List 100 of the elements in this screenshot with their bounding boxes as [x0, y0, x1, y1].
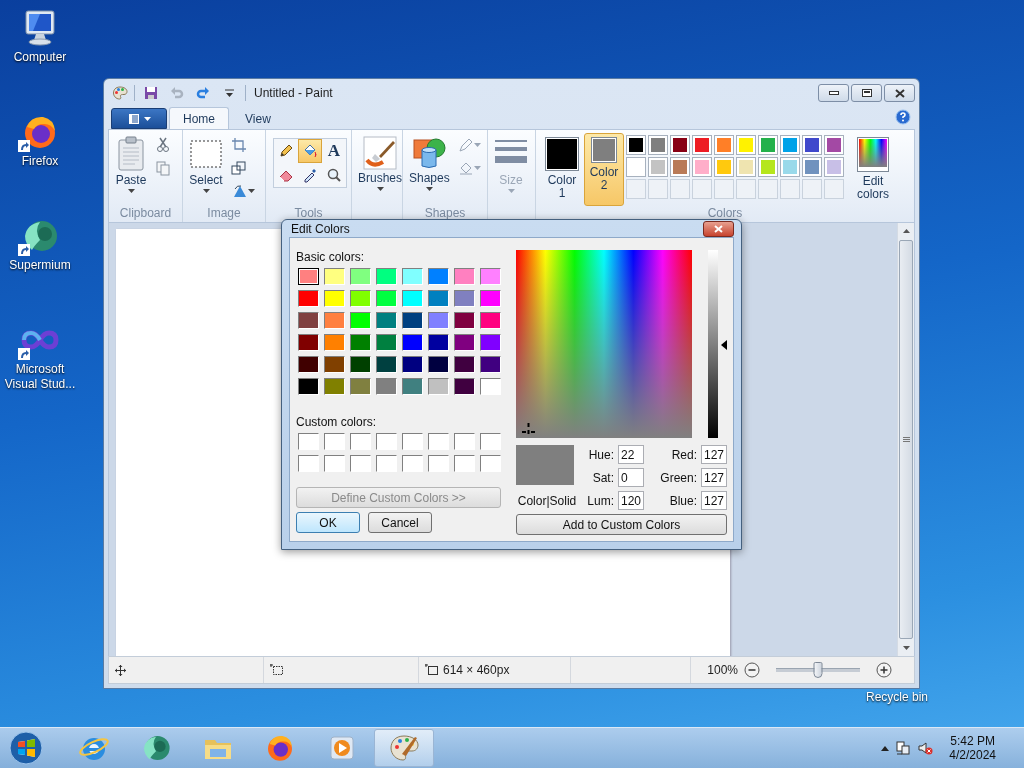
- empty-custom-color-slot[interactable]: [402, 455, 423, 472]
- palette-swatch[interactable]: [626, 157, 646, 177]
- empty-custom-color-slot[interactable]: [454, 455, 475, 472]
- palette-swatch[interactable]: [692, 157, 712, 177]
- color-swatch[interactable]: [428, 334, 449, 351]
- empty-custom-color-slot[interactable]: [298, 455, 319, 472]
- color-swatch[interactable]: [402, 290, 423, 307]
- network-button[interactable]: [895, 740, 912, 756]
- number-input[interactable]: 127: [701, 468, 727, 487]
- palette-swatch[interactable]: [648, 157, 668, 177]
- palette-swatch[interactable]: [802, 157, 822, 177]
- number-input[interactable]: 22: [618, 445, 644, 464]
- color-swatch[interactable]: [428, 312, 449, 329]
- copy-button[interactable]: [153, 158, 173, 178]
- color-swatch[interactable]: [402, 268, 423, 285]
- color-swatch[interactable]: [324, 268, 345, 285]
- color-swatch[interactable]: [480, 290, 501, 307]
- palette-swatch[interactable]: [626, 135, 646, 155]
- palette-swatch[interactable]: [714, 157, 734, 177]
- color-swatch[interactable]: [402, 334, 423, 351]
- zoom-slider-thumb[interactable]: [813, 662, 823, 678]
- number-input[interactable]: 0: [618, 468, 644, 487]
- desktop-icon-label[interactable]: Firefox: [21, 154, 59, 169]
- color-swatch[interactable]: [402, 356, 423, 373]
- color-swatch[interactable]: [376, 290, 397, 307]
- text-tool-button[interactable]: A: [322, 139, 346, 163]
- palette-swatch[interactable]: [714, 135, 734, 155]
- select-button[interactable]: Select: [186, 133, 226, 206]
- empty-custom-color-slot[interactable]: [350, 433, 371, 450]
- fill-tool-button[interactable]: [298, 139, 322, 163]
- color-swatch[interactable]: [350, 356, 371, 373]
- color-swatch[interactable]: [454, 356, 475, 373]
- color-swatch[interactable]: [454, 334, 475, 351]
- color-swatch[interactable]: [324, 312, 345, 329]
- empty-custom-color-slot[interactable]: [454, 433, 475, 450]
- color-swatch[interactable]: [454, 290, 475, 307]
- palette-swatch[interactable]: [780, 157, 800, 177]
- number-input[interactable]: 120: [618, 491, 644, 510]
- maximize-button[interactable]: [851, 84, 882, 102]
- brushes-button[interactable]: Brushes: [355, 133, 406, 206]
- app-menu-button[interactable]: [111, 108, 167, 129]
- empty-custom-color-slot[interactable]: [428, 455, 449, 472]
- empty-custom-color-slot[interactable]: [480, 433, 501, 450]
- color-swatch[interactable]: [480, 268, 501, 285]
- color-swatch[interactable]: [350, 290, 371, 307]
- color-swatch[interactable]: [350, 378, 371, 395]
- ok-button[interactable]: OK: [296, 512, 360, 533]
- palette-swatch[interactable]: [648, 135, 668, 155]
- empty-custom-color-slot[interactable]: [350, 455, 371, 472]
- zoom-out-button[interactable]: [744, 662, 760, 678]
- color-swatch[interactable]: [298, 268, 319, 285]
- color-swatch[interactable]: [402, 312, 423, 329]
- palette-swatch[interactable]: [692, 135, 712, 155]
- color-swatch[interactable]: [454, 312, 475, 329]
- palette-swatch[interactable]: [736, 135, 756, 155]
- color-swatch[interactable]: [376, 268, 397, 285]
- desktop-icon-label[interactable]: Supermium: [9, 258, 71, 273]
- show-hidden-icons-button[interactable]: [881, 745, 890, 751]
- palette-swatch[interactable]: [670, 135, 690, 155]
- empty-custom-color-slot[interactable]: [376, 455, 397, 472]
- color-swatch[interactable]: [298, 290, 319, 307]
- close-button[interactable]: [703, 220, 734, 237]
- empty-custom-color-slot[interactable]: [324, 455, 345, 472]
- color-swatch[interactable]: [350, 312, 371, 329]
- palette-swatch[interactable]: [780, 135, 800, 155]
- color-swatch[interactable]: [298, 356, 319, 373]
- palette-swatch[interactable]: [758, 157, 778, 177]
- color-swatch[interactable]: [428, 378, 449, 395]
- crop-button[interactable]: [229, 135, 249, 155]
- empty-custom-color-slot[interactable]: [428, 433, 449, 450]
- color-swatch[interactable]: [480, 312, 501, 329]
- minimize-button[interactable]: [818, 84, 849, 102]
- color-swatch[interactable]: [376, 334, 397, 351]
- empty-custom-color-slot[interactable]: [324, 433, 345, 450]
- color-selector-button[interactable]: Color 2: [584, 133, 624, 206]
- color-swatch[interactable]: [350, 268, 371, 285]
- color-swatch[interactable]: [324, 290, 345, 307]
- cancel-button[interactable]: Cancel: [368, 512, 432, 533]
- empty-custom-color-slot[interactable]: [480, 455, 501, 472]
- color-swatch[interactable]: [324, 356, 345, 373]
- color-swatch[interactable]: [298, 378, 319, 395]
- color-swatch[interactable]: [298, 334, 319, 351]
- color-swatch[interactable]: [480, 334, 501, 351]
- desktop-icon-label[interactable]: Microsoft Visual Stud...: [0, 362, 80, 392]
- palette-swatch[interactable]: [802, 135, 822, 155]
- color-swatch[interactable]: [480, 378, 501, 395]
- number-input[interactable]: 127: [701, 491, 727, 510]
- color-swatch[interactable]: [428, 268, 449, 285]
- color-selector-button[interactable]: Color 1: [542, 133, 582, 206]
- color-swatch[interactable]: [428, 290, 449, 307]
- empty-custom-color-slot[interactable]: [298, 433, 319, 450]
- vertical-scrollbar[interactable]: [897, 223, 914, 656]
- color-swatch[interactable]: [480, 356, 501, 373]
- color-spectrum[interactable]: [516, 250, 692, 438]
- color-swatch[interactable]: [376, 312, 397, 329]
- color-swatch[interactable]: [324, 334, 345, 351]
- color-swatch[interactable]: [402, 378, 423, 395]
- add-to-custom-colors-button[interactable]: Add to Custom Colors: [516, 514, 727, 535]
- ribbon-tab[interactable]: View: [231, 107, 285, 129]
- clock[interactable]: 5:42 PM 4/2/2024: [949, 734, 996, 762]
